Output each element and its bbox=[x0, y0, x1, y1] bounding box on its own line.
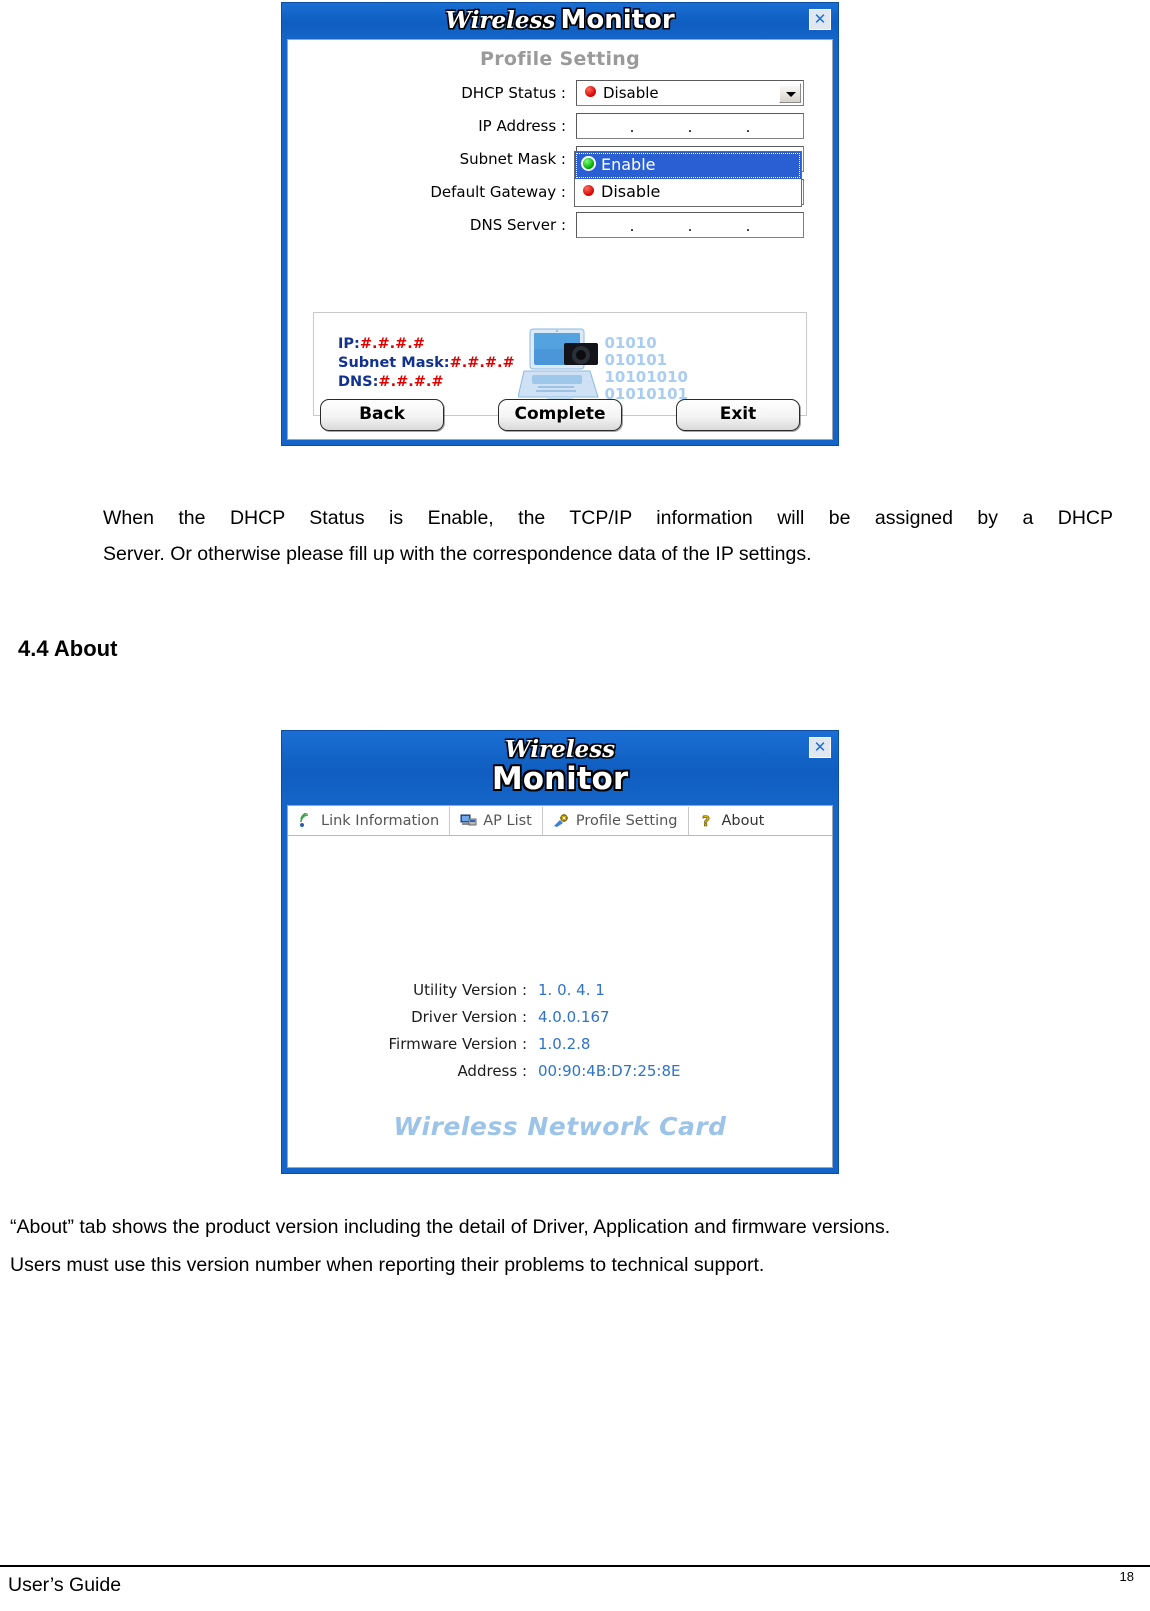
profile-dialog-body: Profile Setting DHCP Status : Disable IP… bbox=[287, 39, 833, 440]
binary-row-1: 01010 bbox=[604, 334, 657, 352]
about-version-info: Utility Version : 1. 0. 4. 1 Driver Vers… bbox=[288, 976, 832, 1084]
paragraph1-line1: When the DHCP Status is Enable, the TCP/… bbox=[103, 507, 1113, 529]
paragraph2-line1: “About” tab shows the product version in… bbox=[10, 1216, 891, 1238]
dropdown-option-disable[interactable]: Disable bbox=[575, 179, 801, 206]
chevron-down-icon[interactable] bbox=[779, 83, 801, 103]
dhcp-status-text: Disable bbox=[603, 84, 659, 102]
paragraph2-line2: Users must use this version number when … bbox=[10, 1254, 765, 1276]
page-title: Profile Setting bbox=[479, 48, 641, 70]
dhcp-status-dropdown-list[interactable]: Enable Disable bbox=[574, 151, 802, 207]
network-icon bbox=[460, 813, 477, 828]
help-icon: ? bbox=[699, 813, 716, 831]
profile-dialog-titlebar: Wireless Monitor ✕ bbox=[282, 3, 838, 39]
illus-dns-value: #.#.#.# bbox=[378, 374, 444, 390]
driver-version-label: Driver Version : bbox=[411, 1007, 527, 1026]
profile-setting-dialog: Wireless Monitor ✕ Profile Setting DHCP S… bbox=[281, 2, 839, 446]
illus-subnet-value: #.#.#.# bbox=[449, 355, 515, 371]
dns-server-label: DNS Server : bbox=[469, 216, 566, 234]
dns-server-separators: ... bbox=[629, 217, 751, 235]
tab-profile-setting-label: Profile Setting bbox=[575, 812, 678, 829]
form-row-dhcp-status: DHCP Status : Disable bbox=[288, 78, 832, 108]
utility-version-label: Utility Version : bbox=[413, 980, 527, 999]
form-row-ip-address: IP Address : ... bbox=[288, 111, 832, 141]
about-dialog-titlebar: Wireless Monitor ✕ bbox=[282, 731, 838, 805]
dhcp-status-value: Disable bbox=[585, 84, 659, 102]
tab-strip: Link Information AP List Profile Setting… bbox=[288, 806, 832, 836]
tab-about[interactable]: ? About bbox=[689, 807, 775, 835]
form-row-dns-server: DNS Server : ... bbox=[288, 210, 832, 240]
status-dot-red-icon bbox=[583, 185, 594, 196]
tab-ap-list-label: AP List bbox=[483, 812, 532, 829]
tab-link-information-label: Link Information bbox=[321, 812, 440, 829]
title-wireless-text: Wireless bbox=[504, 736, 616, 763]
footer-divider bbox=[0, 1565, 1150, 1567]
svg-text:?: ? bbox=[702, 814, 710, 828]
driver-version-value: 4.0.0.167 bbox=[538, 1007, 610, 1026]
address-label: Address : bbox=[457, 1061, 527, 1080]
ip-address-label: IP Address : bbox=[478, 117, 566, 135]
binary-row-2: 010101 bbox=[604, 351, 668, 369]
tab-link-information[interactable]: Link Information bbox=[288, 806, 451, 835]
tab-about-label: About bbox=[721, 812, 765, 829]
brand-text: Wireless Network Card bbox=[393, 1112, 727, 1141]
section-heading-about: 4.4 About bbox=[18, 636, 118, 661]
dropdown-option-disable-label: Disable bbox=[601, 182, 661, 201]
subnet-mask-label: Subnet Mask : bbox=[459, 150, 566, 168]
close-icon[interactable]: ✕ bbox=[809, 737, 831, 758]
address-value: 00:90:4B:D7:25:8E bbox=[538, 1061, 681, 1080]
info-row-driver-version: Driver Version : 4.0.0.167 bbox=[288, 1003, 832, 1030]
title-monitor-text: Monitor bbox=[560, 5, 675, 35]
paragraph-dhcp-explanation: When the DHCP Status is Enable, the TCP/… bbox=[103, 500, 1113, 572]
illus-ip-value: #.#.#.# bbox=[359, 336, 425, 352]
profile-dialog-title: Wireless Monitor bbox=[282, 5, 838, 35]
signal-icon bbox=[298, 811, 315, 828]
ip-address-separators: ... bbox=[629, 118, 751, 136]
title-monitor-text: Monitor bbox=[491, 761, 629, 797]
info-row-address: Address : 00:90:4B:D7:25:8E bbox=[288, 1057, 832, 1084]
close-icon[interactable]: ✕ bbox=[809, 9, 831, 30]
complete-button[interactable]: Complete bbox=[498, 399, 622, 431]
info-row-firmware-version: Firmware Version : 1.0.2.8 bbox=[288, 1030, 832, 1057]
tab-profile-setting[interactable]: Profile Setting bbox=[543, 806, 689, 835]
exit-button[interactable]: Exit bbox=[676, 399, 800, 431]
utility-version-value: 1. 0. 4. 1 bbox=[538, 980, 605, 999]
dropdown-option-enable[interactable]: Enable bbox=[575, 152, 801, 179]
profile-dialog-buttonbar: Back Complete Exit bbox=[288, 399, 832, 431]
info-row-utility-version: Utility Version : 1. 0. 4. 1 bbox=[288, 976, 832, 1003]
dropdown-option-enable-label: Enable bbox=[601, 155, 656, 174]
ip-illustration-text: IP:#.#.#.# Subnet Mask:#.#.#.# DNS:#.#.#… bbox=[338, 335, 515, 392]
illus-ip-label: IP: bbox=[338, 336, 360, 352]
status-dot-green-icon bbox=[583, 158, 594, 169]
dhcp-status-label: DHCP Status : bbox=[461, 84, 566, 102]
binary-decoration: 01010 010101 10101010 01010101 bbox=[605, 335, 689, 403]
default-gateway-label: Default Gateway : bbox=[430, 183, 566, 201]
firmware-version-value: 1.0.2.8 bbox=[538, 1034, 591, 1053]
paragraph-about-explanation: “About” tab shows the product version in… bbox=[10, 1208, 1130, 1284]
illus-dns-label: DNS: bbox=[338, 374, 379, 390]
footer-document-title: User’s Guide bbox=[8, 1574, 122, 1596]
tab-ap-list[interactable]: AP List bbox=[450, 806, 543, 835]
dhcp-status-combobox[interactable]: Disable bbox=[576, 80, 804, 106]
status-dot-red-icon bbox=[585, 86, 596, 97]
page-number: 18 bbox=[1119, 1569, 1134, 1584]
profile-icon bbox=[553, 813, 570, 828]
firmware-version-label: Firmware Version : bbox=[388, 1034, 528, 1053]
paragraph1-line2: Server. Or otherwise please fill up with… bbox=[103, 543, 812, 565]
about-dialog: Wireless Monitor ✕ Link Information AP L… bbox=[281, 730, 839, 1174]
ip-address-input[interactable]: ... bbox=[576, 113, 804, 139]
about-dialog-title: Wireless Monitor bbox=[282, 737, 838, 796]
title-wireless-text: Wireless bbox=[445, 7, 556, 34]
illus-subnet-label: Subnet Mask: bbox=[338, 355, 450, 371]
about-dialog-body: Link Information AP List Profile Setting… bbox=[287, 805, 833, 1168]
back-button[interactable]: Back bbox=[320, 399, 444, 431]
dns-server-input[interactable]: ... bbox=[576, 212, 804, 238]
binary-row-3: 10101010 bbox=[604, 368, 689, 386]
